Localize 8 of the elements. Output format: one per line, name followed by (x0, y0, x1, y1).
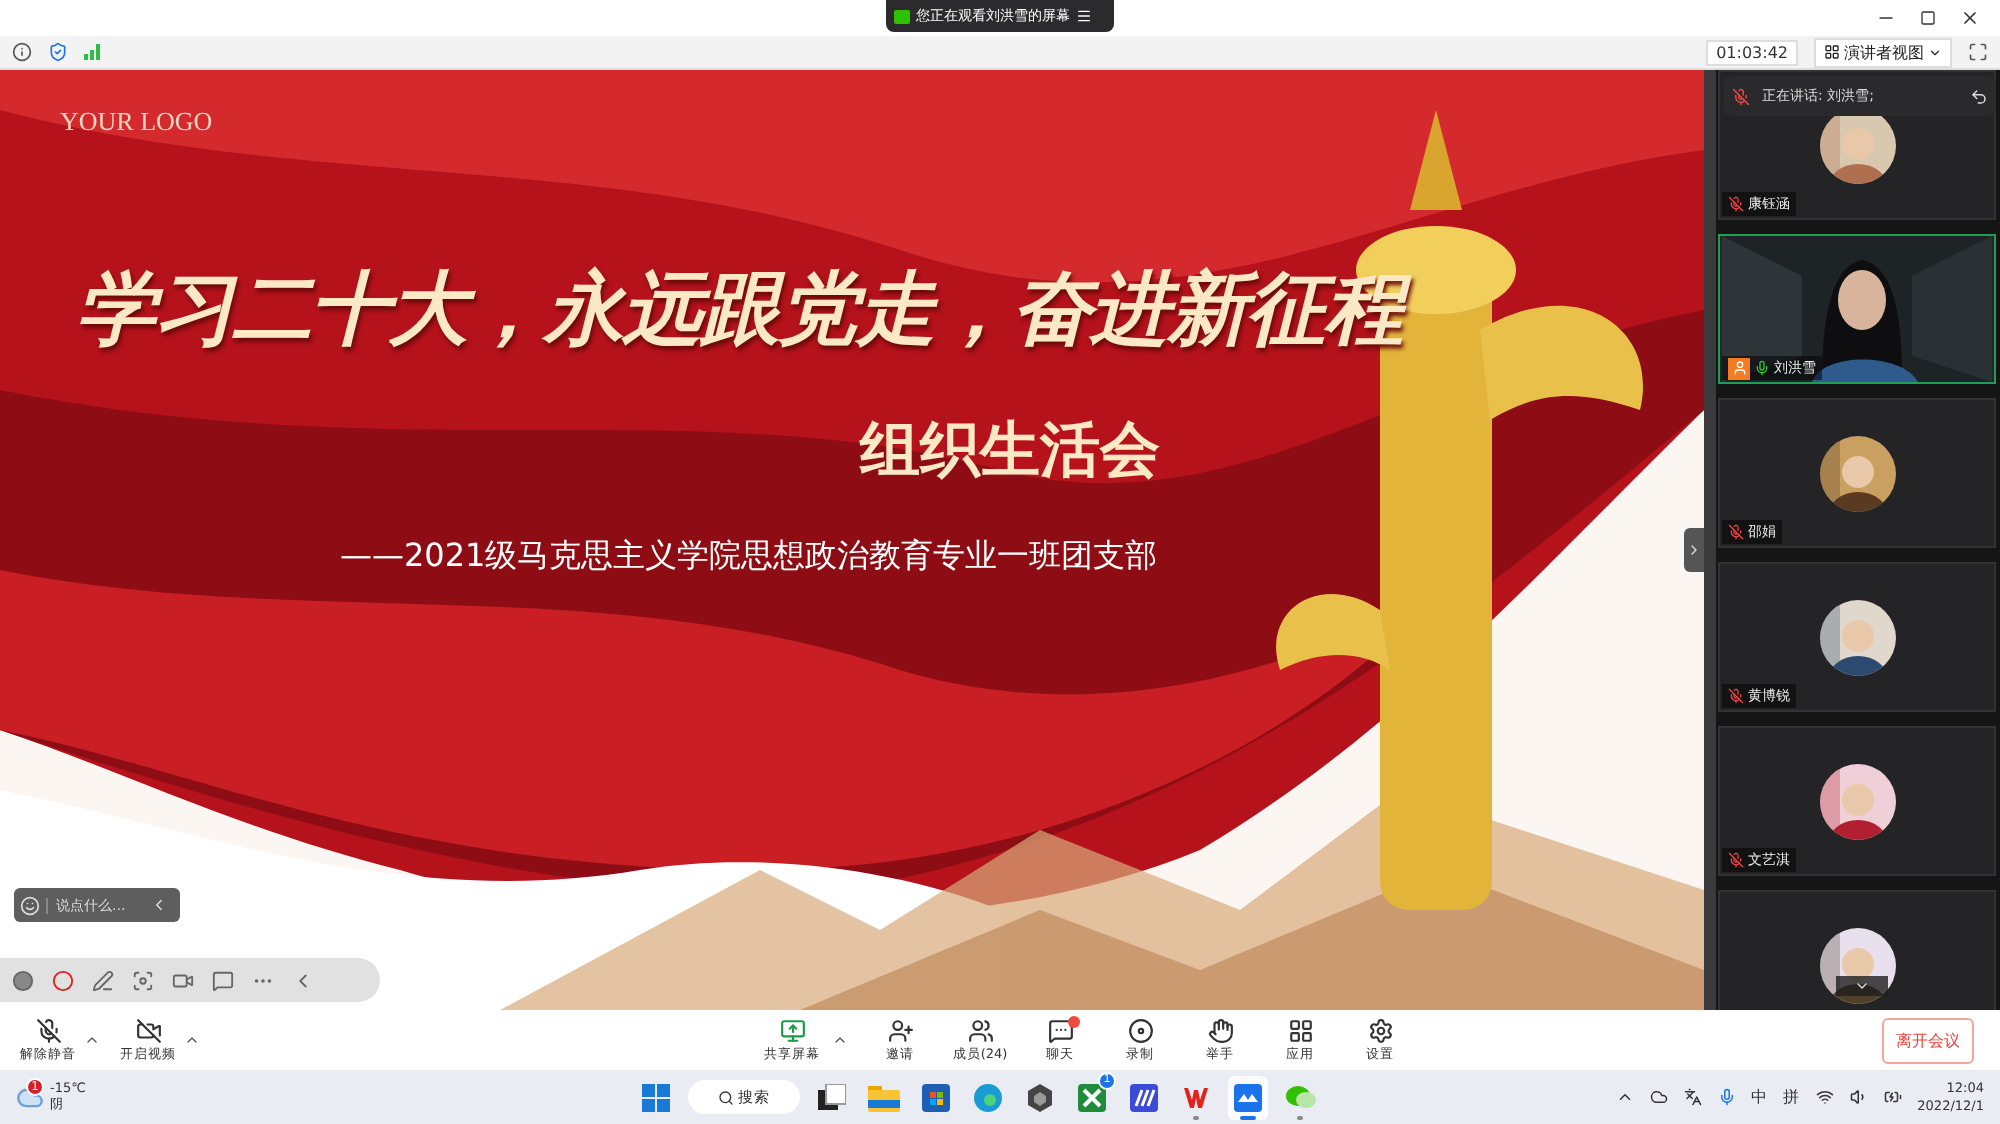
slide-byline: ——2021级马克思主义学院思想政治教育专业一班团支部 (340, 536, 1158, 578)
ime-language[interactable]: 中 (1751, 1086, 1768, 1108)
slide-subtitle: 组织生活会 (860, 414, 1160, 490)
leave-button[interactable]: 离开会议 (1882, 1017, 1974, 1063)
meeting-timer: 01:03:42 (1706, 39, 1798, 65)
view-button[interactable]: 演讲者视图 (1814, 37, 1952, 67)
logo-text: YOUR LOGO (60, 106, 213, 138)
ime-mode[interactable]: 拼 (1783, 1086, 1800, 1108)
